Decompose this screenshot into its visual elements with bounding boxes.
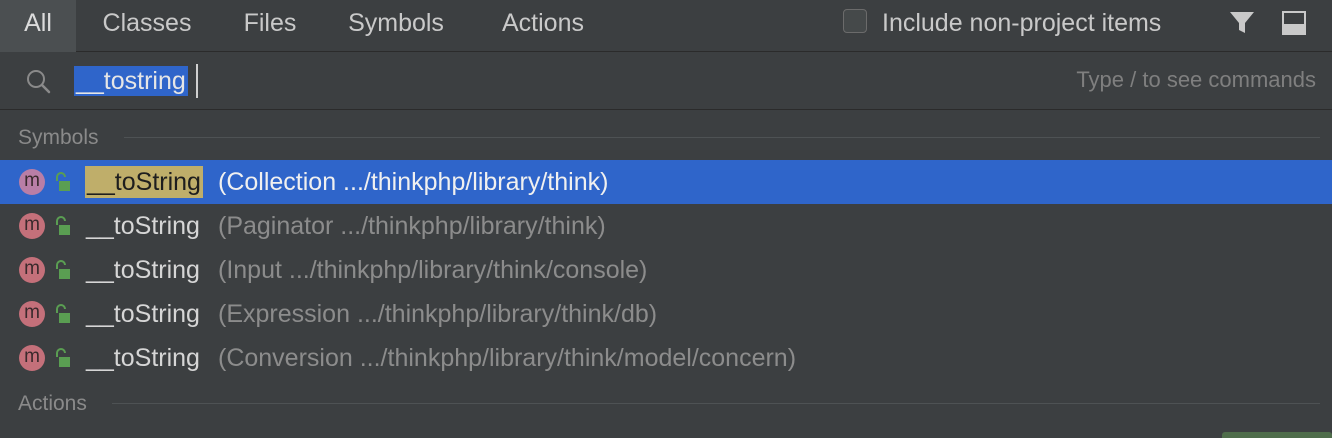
- search-hint: Type / to see commands: [1076, 67, 1316, 92]
- search-everywhere-popup: All Classes Files Symbols Actions Includ…: [0, 0, 1332, 438]
- result-row[interactable]: m __toString (Expression .../thinkphp/li…: [0, 292, 1332, 336]
- result-name: __toString: [86, 256, 200, 284]
- unlocked-icon: [56, 216, 70, 235]
- result-name: __toString: [86, 212, 200, 240]
- tab-classes[interactable]: Classes: [100, 0, 194, 52]
- result-location: (Collection .../thinkphp/library/think): [218, 168, 609, 196]
- search-input[interactable]: __tostring: [74, 66, 188, 96]
- section-divider: [112, 403, 1320, 404]
- result-row[interactable]: m __toString (Paginator .../thinkphp/lib…: [0, 204, 1332, 248]
- tab-all[interactable]: All: [0, 0, 76, 52]
- window-icon[interactable]: [1281, 10, 1307, 36]
- filter-icon[interactable]: [1228, 10, 1256, 36]
- method-icon: m: [19, 345, 45, 371]
- partial-action-item: [1222, 432, 1332, 438]
- tab-bar: All Classes Files Symbols Actions Includ…: [0, 0, 1332, 52]
- result-row[interactable]: m __toString (Collection .../thinkphp/li…: [0, 160, 1332, 204]
- method-icon: m: [19, 301, 45, 327]
- method-icon: m: [19, 169, 45, 195]
- result-name: __toString: [85, 166, 203, 198]
- result-name: __toString: [86, 344, 200, 372]
- unlocked-icon: [56, 260, 70, 279]
- text-caret: [196, 64, 198, 98]
- result-location: (Paginator .../thinkphp/library/think): [218, 212, 606, 240]
- result-location: (Input .../thinkphp/library/think/consol…: [218, 256, 648, 284]
- result-location: (Conversion .../thinkphp/library/think/m…: [218, 344, 797, 372]
- unlocked-icon: [56, 348, 70, 367]
- unlocked-icon: [56, 172, 70, 191]
- result-name: __toString: [86, 300, 200, 328]
- section-header-actions: Actions: [18, 392, 87, 415]
- include-non-project-label[interactable]: Include non-project items: [882, 0, 1161, 46]
- include-non-project-checkbox[interactable]: [843, 9, 867, 33]
- tab-files[interactable]: Files: [242, 0, 298, 52]
- tab-actions[interactable]: Actions: [496, 0, 590, 52]
- section-header-symbols: Symbols: [18, 126, 99, 149]
- unlocked-icon: [56, 304, 70, 323]
- section-divider: [124, 137, 1320, 138]
- method-icon: m: [19, 257, 45, 283]
- search-row: __tostring Type / to see commands: [0, 52, 1332, 110]
- result-location: (Expression .../thinkphp/library/think/d…: [218, 300, 658, 328]
- search-icon: [27, 70, 51, 94]
- result-row[interactable]: m __toString (Conversion .../thinkphp/li…: [0, 336, 1332, 380]
- tab-symbols[interactable]: Symbols: [344, 0, 448, 52]
- method-icon: m: [19, 213, 45, 239]
- result-row[interactable]: m __toString (Input .../thinkphp/library…: [0, 248, 1332, 292]
